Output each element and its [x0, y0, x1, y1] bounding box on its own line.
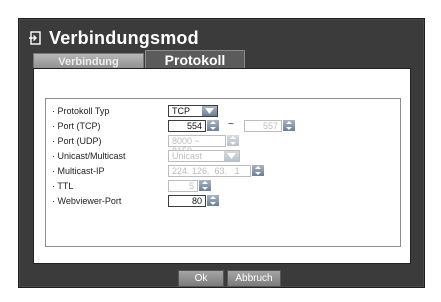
label-protokoll-typ: · Protokoll Typ — [52, 106, 110, 116]
port-tcp-start-input[interactable]: 554 — [168, 120, 206, 132]
chevron-down-icon[interactable] — [202, 106, 217, 116]
label-port-tcp: · Port (TCP) — [52, 121, 101, 131]
cancel-button[interactable]: Abbruch — [227, 270, 281, 287]
port-udp-input: 8000 ~ 8159 — [168, 135, 226, 156]
port-tcp-end-spinner[interactable] — [283, 120, 295, 131]
chevron-down-icon — [224, 151, 239, 161]
multicast-ip-input: 224. 126. 63. 1 — [168, 165, 251, 177]
label-multicast-ip: · Multicast-IP — [52, 166, 105, 176]
page-title: Verbindungsmod — [49, 27, 199, 48]
label-ttl: · TTL — [52, 181, 74, 191]
unicast-multicast-value: Unicast — [172, 151, 203, 161]
port-tcp-start-spinner[interactable] — [207, 120, 219, 131]
unicast-multicast-select: Unicast — [168, 150, 240, 162]
tab-protokoll[interactable]: Protokoll — [145, 50, 245, 69]
range-separator: ~ — [228, 119, 234, 130]
port-udp-spinner — [227, 135, 239, 146]
protokoll-typ-value: TCP — [172, 106, 190, 116]
exit-icon — [29, 31, 41, 45]
title-bar: Verbindungsmod — [29, 26, 199, 50]
ttl-input: 5 — [168, 180, 198, 192]
ok-button[interactable]: Ok — [178, 270, 224, 287]
protokoll-typ-select[interactable]: TCP — [168, 105, 218, 117]
tab-verbindung[interactable]: Verbindung — [33, 53, 144, 69]
settings-panel: · Protokoll Typ TCP · Port (TCP) 554 ~ 5… — [33, 68, 411, 264]
dialog-window: Verbindungsmod Verbindung Protokoll · Pr… — [18, 18, 425, 288]
label-unicast-multicast: · Unicast/Multicast — [52, 151, 126, 161]
ttl-spinner[interactable] — [199, 180, 211, 191]
multicast-ip-spinner[interactable] — [252, 165, 264, 176]
label-port-udp: · Port (UDP) — [52, 136, 102, 146]
port-tcp-end-input: 557 — [244, 120, 282, 132]
label-webviewer-port: · Webviewer-Port — [52, 196, 122, 206]
webviewer-port-spinner[interactable] — [207, 195, 219, 206]
webviewer-port-input[interactable]: 80 — [168, 195, 206, 207]
protocol-settings-group: · Protokoll Typ TCP · Port (TCP) 554 ~ 5… — [45, 98, 401, 247]
